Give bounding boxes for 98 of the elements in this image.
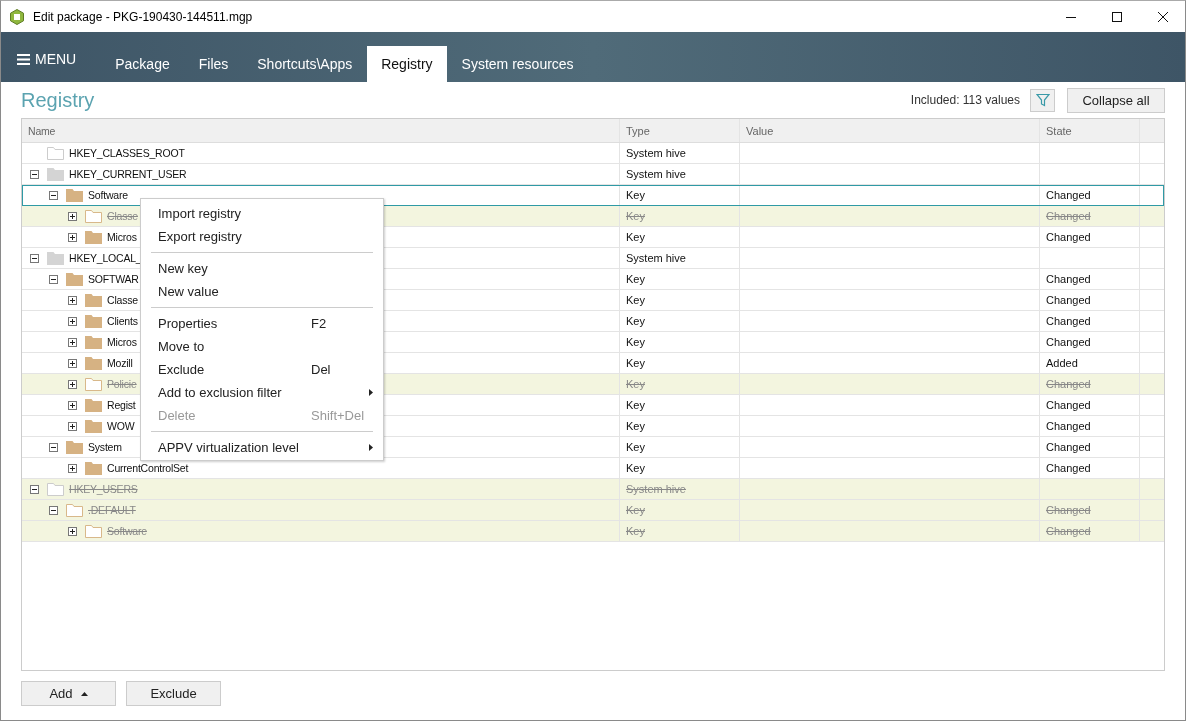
key-name: Micros: [107, 336, 137, 348]
state-cell: Changed: [1046, 420, 1091, 432]
expand-icon[interactable]: [68, 463, 77, 473]
collapse-icon[interactable]: [30, 253, 39, 263]
type-cell: System hive: [626, 168, 686, 180]
menu-item[interactable]: Properties F2: [141, 312, 383, 335]
expand-icon[interactable]: [68, 526, 77, 536]
column-header[interactable]: Type: [626, 124, 650, 137]
type-cell: Key: [626, 420, 645, 432]
type-cell: Key: [626, 336, 645, 348]
key-name: HKEY_CLASSES_ROOT: [69, 147, 185, 159]
maximize-icon[interactable]: [1111, 10, 1123, 23]
collapse-icon[interactable]: [49, 442, 58, 452]
column-header[interactable]: State: [1046, 124, 1072, 137]
type-cell: Key: [626, 315, 645, 327]
expand-icon[interactable]: [68, 337, 77, 347]
key-name: Micros: [107, 231, 137, 243]
type-cell: Key: [626, 525, 645, 537]
collapse-icon[interactable]: [30, 169, 39, 179]
state-cell: Changed: [1046, 399, 1091, 411]
expand-icon[interactable]: [68, 379, 77, 389]
key-name: HKEY_CURRENT_USER: [69, 168, 187, 180]
state-cell: Changed: [1046, 189, 1091, 201]
type-cell: Key: [626, 504, 645, 516]
tab[interactable]: Registry: [367, 46, 447, 82]
menu-button[interactable]: MENU: [7, 40, 87, 78]
type-cell: Key: [626, 357, 645, 369]
key-name: HKEY_LOCAL_: [69, 252, 142, 264]
key-name: Classe: [107, 294, 138, 306]
column-header[interactable]: Name: [28, 124, 56, 137]
expand-icon[interactable]: [68, 232, 77, 242]
key-name: CurrentControlSet: [107, 462, 189, 474]
menu-item[interactable]: Export registry: [141, 225, 383, 248]
collapse-icon[interactable]: [30, 484, 39, 494]
expand-icon[interactable]: [68, 400, 77, 410]
key-name: HKEY_USERS: [69, 483, 138, 495]
type-cell: Key: [626, 294, 645, 306]
tab[interactable]: System resources: [447, 46, 588, 82]
type-cell: Key: [626, 462, 645, 474]
app-logo-icon: [9, 8, 25, 25]
tab[interactable]: Shortcuts\Apps: [243, 46, 367, 82]
state-cell: Changed: [1046, 504, 1091, 516]
type-cell: System hive: [626, 483, 686, 495]
key-name: Clients: [107, 315, 138, 327]
summary-text: Included: 113 values: [910, 93, 1020, 107]
state-cell: Changed: [1046, 294, 1091, 306]
filter-icon: [1035, 93, 1050, 107]
key-name: WOW: [107, 420, 135, 432]
collapse-icon[interactable]: [49, 274, 58, 284]
filter-button[interactable]: [1030, 88, 1055, 112]
key-name: Software: [107, 525, 147, 537]
window-title: Edit package - PKG-190430-144511.mgp: [33, 9, 253, 24]
key-name: .DEFAULT: [88, 504, 136, 516]
state-cell: Changed: [1046, 378, 1091, 390]
type-cell: Key: [626, 378, 645, 390]
state-cell: Changed: [1046, 273, 1091, 285]
collapse-icon[interactable]: [49, 505, 58, 515]
collapse-all-button[interactable]: Collapse all: [1067, 87, 1165, 113]
state-cell: Added: [1046, 357, 1078, 369]
type-cell: System hive: [626, 147, 686, 159]
type-cell: System hive: [626, 252, 686, 264]
page-heading: Registry: [21, 88, 95, 112]
tab[interactable]: Files: [184, 46, 243, 82]
state-cell: Changed: [1046, 336, 1091, 348]
close-icon[interactable]: [1157, 10, 1169, 23]
key-name: Mozill: [107, 357, 133, 369]
collapse-icon[interactable]: [49, 190, 58, 200]
expand-icon[interactable]: [68, 211, 77, 221]
type-cell: Key: [626, 210, 645, 222]
state-cell: Changed: [1046, 525, 1091, 537]
table-row[interactable]: HKEY_CURRENT_USER System hive: [22, 164, 1164, 185]
type-cell: Key: [626, 399, 645, 411]
tab[interactable]: Package: [101, 46, 184, 82]
state-cell: Changed: [1046, 462, 1091, 474]
key-name: SOFTWAR: [88, 273, 139, 285]
key-name: Policie: [107, 378, 137, 390]
menu-icon: [17, 53, 30, 65]
state-cell: Changed: [1046, 315, 1091, 327]
expand-icon[interactable]: [68, 421, 77, 431]
key-name: System: [88, 441, 122, 453]
type-cell: Key: [626, 441, 645, 453]
table-row[interactable]: HKEY_CLASSES_ROOT System hive: [22, 143, 1164, 164]
state-cell: Changed: [1046, 441, 1091, 453]
state-cell: Changed: [1046, 210, 1091, 222]
key-name: Classe: [107, 210, 138, 222]
column-header[interactable]: Value: [746, 124, 774, 137]
type-cell: Key: [626, 189, 645, 201]
footer-button[interactable]: Exclude: [126, 681, 221, 706]
expand-icon[interactable]: [68, 358, 77, 368]
type-cell: Key: [626, 273, 645, 285]
menu-item[interactable]: APPV virtualization level: [141, 436, 383, 459]
footer-button[interactable]: Add: [21, 681, 116, 706]
key-name: Software: [88, 189, 128, 201]
type-cell: Key: [626, 231, 645, 243]
expand-icon[interactable]: [68, 295, 77, 305]
state-cell: Changed: [1046, 231, 1091, 243]
key-name: Regist: [107, 399, 136, 411]
expand-icon[interactable]: [68, 316, 77, 326]
